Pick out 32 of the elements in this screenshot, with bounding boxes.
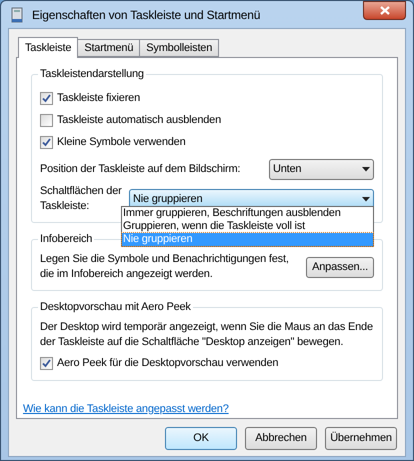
- notification-description: Legen Sie die Symbole und Benachrichtigungen fest, die im Infobereich angezeigt werden.: [40, 252, 290, 282]
- tab[interactable]: Taskleiste: [18, 37, 78, 58]
- customize-button[interactable]: Anpassen...: [306, 256, 374, 278]
- checkbox-label: Taskleiste automatisch ausblenden: [57, 113, 222, 128]
- checkbox[interactable]: [40, 114, 53, 127]
- dialog-button[interactable]: OK: [165, 426, 237, 450]
- caret-icon: [362, 196, 370, 202]
- position-dropdown[interactable]: Unten: [269, 159, 374, 180]
- checkmark-icon: [42, 94, 51, 103]
- help-link[interactable]: Wie kann die Taskleiste angepasst werden?: [23, 403, 229, 415]
- position-label: Position der Taskleiste auf dem Bildschirm:: [40, 162, 240, 178]
- checkmark-icon: [42, 138, 51, 147]
- checkbox[interactable]: [40, 92, 53, 105]
- checkbox[interactable]: [40, 136, 53, 149]
- caret-icon: [362, 167, 370, 172]
- checkmark-icon: [42, 359, 51, 368]
- checkbox-label: Taskleiste fixieren: [57, 91, 140, 106]
- close-button[interactable]: [363, 1, 406, 20]
- window-title: Eigenschaften von Taskleiste und Startmenü: [32, 6, 262, 24]
- group-title: Desktopvorschau mit Aero Peek: [38, 300, 193, 315]
- dialog-button[interactable]: Abbrechen: [245, 426, 317, 450]
- checkbox-label: Aero Peek für die Desktopvorschau verwenden: [57, 356, 278, 372]
- group-title: Taskleistendarstellung: [38, 67, 146, 82]
- aero-peek-description: Der Desktop wird temporär angezeigt, wenn Sie die Maus an das Ende der Taskleiste auf die Schaltfläche "Desktop anzeigen" bewegen.: [40, 320, 374, 350]
- tab[interactable]: Symbolleisten: [140, 39, 220, 57]
- dropdown-option[interactable]: Gruppieren, wenn die Taskleiste voll ist: [122, 220, 373, 233]
- checkbox-label: Kleine Symbole verwenden: [57, 135, 186, 150]
- close-icon: [380, 6, 390, 15]
- dropdown-option[interactable]: Immer gruppieren, Beschriftungen ausblenden: [122, 207, 373, 220]
- tab[interactable]: Startmenü: [78, 39, 140, 57]
- checkbox[interactable]: [40, 357, 53, 370]
- dialog-button[interactable]: Übernehmen: [325, 426, 397, 450]
